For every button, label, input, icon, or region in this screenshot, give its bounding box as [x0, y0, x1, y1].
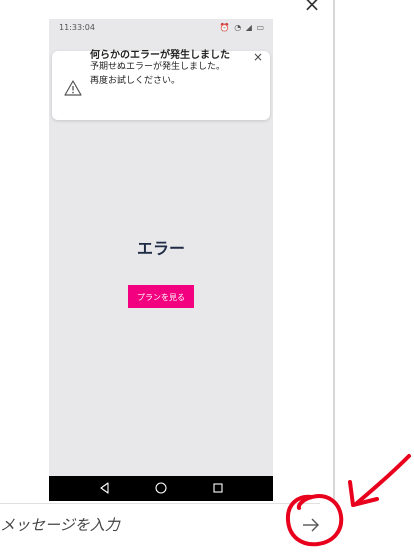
android-nav-bar — [49, 476, 273, 501]
view-plans-button[interactable]: プランを見る — [128, 285, 194, 308]
annotation-arrow-shaft — [355, 454, 411, 505]
toast-close-icon[interactable]: × — [253, 51, 263, 63]
toast-title: 何らかのエラーが発生しました — [90, 50, 230, 61]
arrow-right-icon — [303, 518, 319, 532]
recents-square-icon[interactable] — [210, 480, 226, 496]
home-circle-icon[interactable] — [153, 480, 169, 496]
screenshot-frame: × 11:33:04 ⏰ ◔ ◢ ▭ 何らかのエラーが発生しました 予期せぬエラ… — [0, 0, 414, 553]
status-bar: 11:33:04 ⏰ ◔ ◢ ▭ — [49, 19, 273, 37]
annotation-arrow-head — [348, 480, 379, 507]
composer-divider — [0, 503, 320, 504]
message-input[interactable] — [0, 513, 272, 537]
message-composer — [0, 503, 414, 553]
close-icon[interactable]: × — [302, 0, 322, 14]
scrollbar[interactable] — [333, 0, 335, 500]
warning-triangle-icon — [64, 80, 82, 96]
toast-body: 予期せぬエラーが発生しました。 再度お試しください。 — [90, 60, 255, 88]
toast-body-line-2: 再度お試しください。 — [90, 76, 181, 86]
back-triangle-icon[interactable] — [97, 480, 113, 496]
error-heading: エラー — [136, 239, 185, 258]
status-time: 11:33:04 — [59, 23, 95, 32]
status-icons: ⏰ ◔ ◢ ▭ — [219, 23, 265, 32]
toast-body-line-1: 予期せぬエラーが発生しました。 — [90, 62, 226, 72]
send-button[interactable] — [297, 511, 325, 539]
phone-screenshot: 11:33:04 ⏰ ◔ ◢ ▭ 何らかのエラーが発生しました 予期せぬエラーが… — [49, 19, 273, 501]
